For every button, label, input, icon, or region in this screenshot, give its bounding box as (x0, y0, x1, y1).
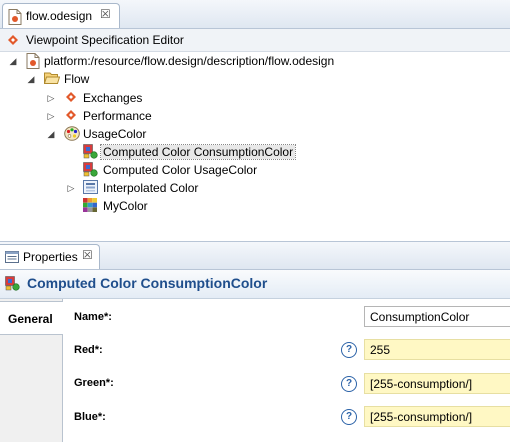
tree-item-computed-color-usage[interactable]: Computed Color UsageColor (0, 161, 510, 179)
green-field[interactable] (364, 373, 510, 394)
collapse-triangle-icon[interactable]: ◢ (26, 73, 36, 85)
properties-title: Computed Color ConsumptionColor (27, 275, 268, 291)
tree-item-label: Interpolated Color (103, 181, 199, 195)
section-tab-label: General (8, 312, 53, 326)
collapse-triangle-icon[interactable]: ◢ (46, 128, 56, 140)
tree-item-usagecolor[interactable]: ◢ UsageColor (0, 125, 510, 143)
tree-item-label: Computed Color UsageColor (103, 163, 258, 177)
properties-title-bar: Computed Color ConsumptionColor (0, 270, 510, 299)
help-icon[interactable]: ? (341, 409, 357, 425)
red-field-label: Red*: (74, 344, 103, 356)
expand-triangle-icon[interactable]: ▷ (66, 182, 76, 194)
palette-icon (64, 126, 80, 144)
green-field-label: Green*: (74, 377, 114, 389)
section-tab-general[interactable]: General (0, 301, 63, 335)
properties-view-icon (5, 251, 19, 266)
red-field[interactable] (364, 339, 510, 360)
odesign-file-icon (8, 9, 22, 28)
properties-tab-strip: Properties ☒ (0, 241, 510, 270)
blue-field-label: Blue*: (74, 411, 106, 423)
specification-tree: ◢ platform:/resource/flow.design/descrip… (0, 52, 510, 237)
tree-item-performance[interactable]: ▷ Performance (0, 107, 510, 125)
sirius-icon (64, 108, 78, 125)
help-icon[interactable]: ? (341, 342, 357, 358)
tree-item-label: Flow (64, 72, 90, 86)
editor-tab-strip: flow.odesign ☒ (0, 0, 510, 29)
expand-triangle-icon[interactable]: ▷ (46, 92, 56, 104)
tree-item-label: Computed Color ConsumptionColor (99, 144, 297, 160)
help-icon[interactable]: ? (341, 376, 357, 392)
name-field-label: Name*: (74, 311, 112, 323)
properties-tab-label: Properties (23, 250, 78, 264)
tree-item-mycolor[interactable]: MyColor (0, 197, 510, 215)
tree-item-label: MyColor (103, 199, 148, 213)
color-grid-icon (83, 198, 97, 215)
expand-triangle-icon[interactable]: ▷ (46, 110, 56, 122)
tree-item-computed-color-consumption[interactable]: Computed Color ConsumptionColor (0, 143, 510, 161)
sirius-workbench: flow.odesign ☒ Viewpoint Specification E… (0, 0, 510, 442)
interpolated-color-icon (83, 180, 98, 197)
tree-item-viewpoint-flow[interactable]: ◢ Flow (0, 70, 510, 88)
properties-tab-close-icon[interactable]: ☒ (82, 248, 93, 262)
editor-tab-close-icon[interactable]: ☒ (100, 7, 111, 21)
name-field[interactable] (364, 306, 510, 327)
tree-item-interpolated-color[interactable]: ▷ Interpolated Color (0, 179, 510, 197)
open-folder-icon (43, 71, 61, 88)
sirius-icon (64, 90, 78, 107)
computed-color-icon (83, 162, 98, 180)
sirius-icon (6, 33, 20, 50)
properties-view-tab[interactable]: Properties ☒ (0, 244, 100, 269)
computed-color-icon (83, 144, 98, 162)
computed-color-icon (5, 276, 20, 294)
tree-item-label: UsageColor (83, 127, 147, 141)
editor-header: Viewpoint Specification Editor (0, 29, 510, 52)
editor-header-title: Viewpoint Specification Editor (26, 33, 184, 47)
property-section-tabs: General (0, 299, 63, 442)
collapse-triangle-icon[interactable]: ◢ (8, 55, 18, 67)
tree-item-label: Performance (83, 109, 152, 123)
tree-item-exchanges[interactable]: ▷ Exchanges (0, 89, 510, 107)
editor-tab-label: flow.odesign (26, 9, 93, 23)
blue-field[interactable] (364, 406, 510, 427)
editor-tab-flow-odesign[interactable]: flow.odesign ☒ (2, 3, 120, 28)
tree-item-label: Exchanges (83, 91, 143, 105)
tree-item-resource[interactable]: ◢ platform:/resource/flow.design/descrip… (0, 52, 510, 70)
tree-item-label: platform:/resource/flow.design/descripti… (44, 54, 335, 68)
